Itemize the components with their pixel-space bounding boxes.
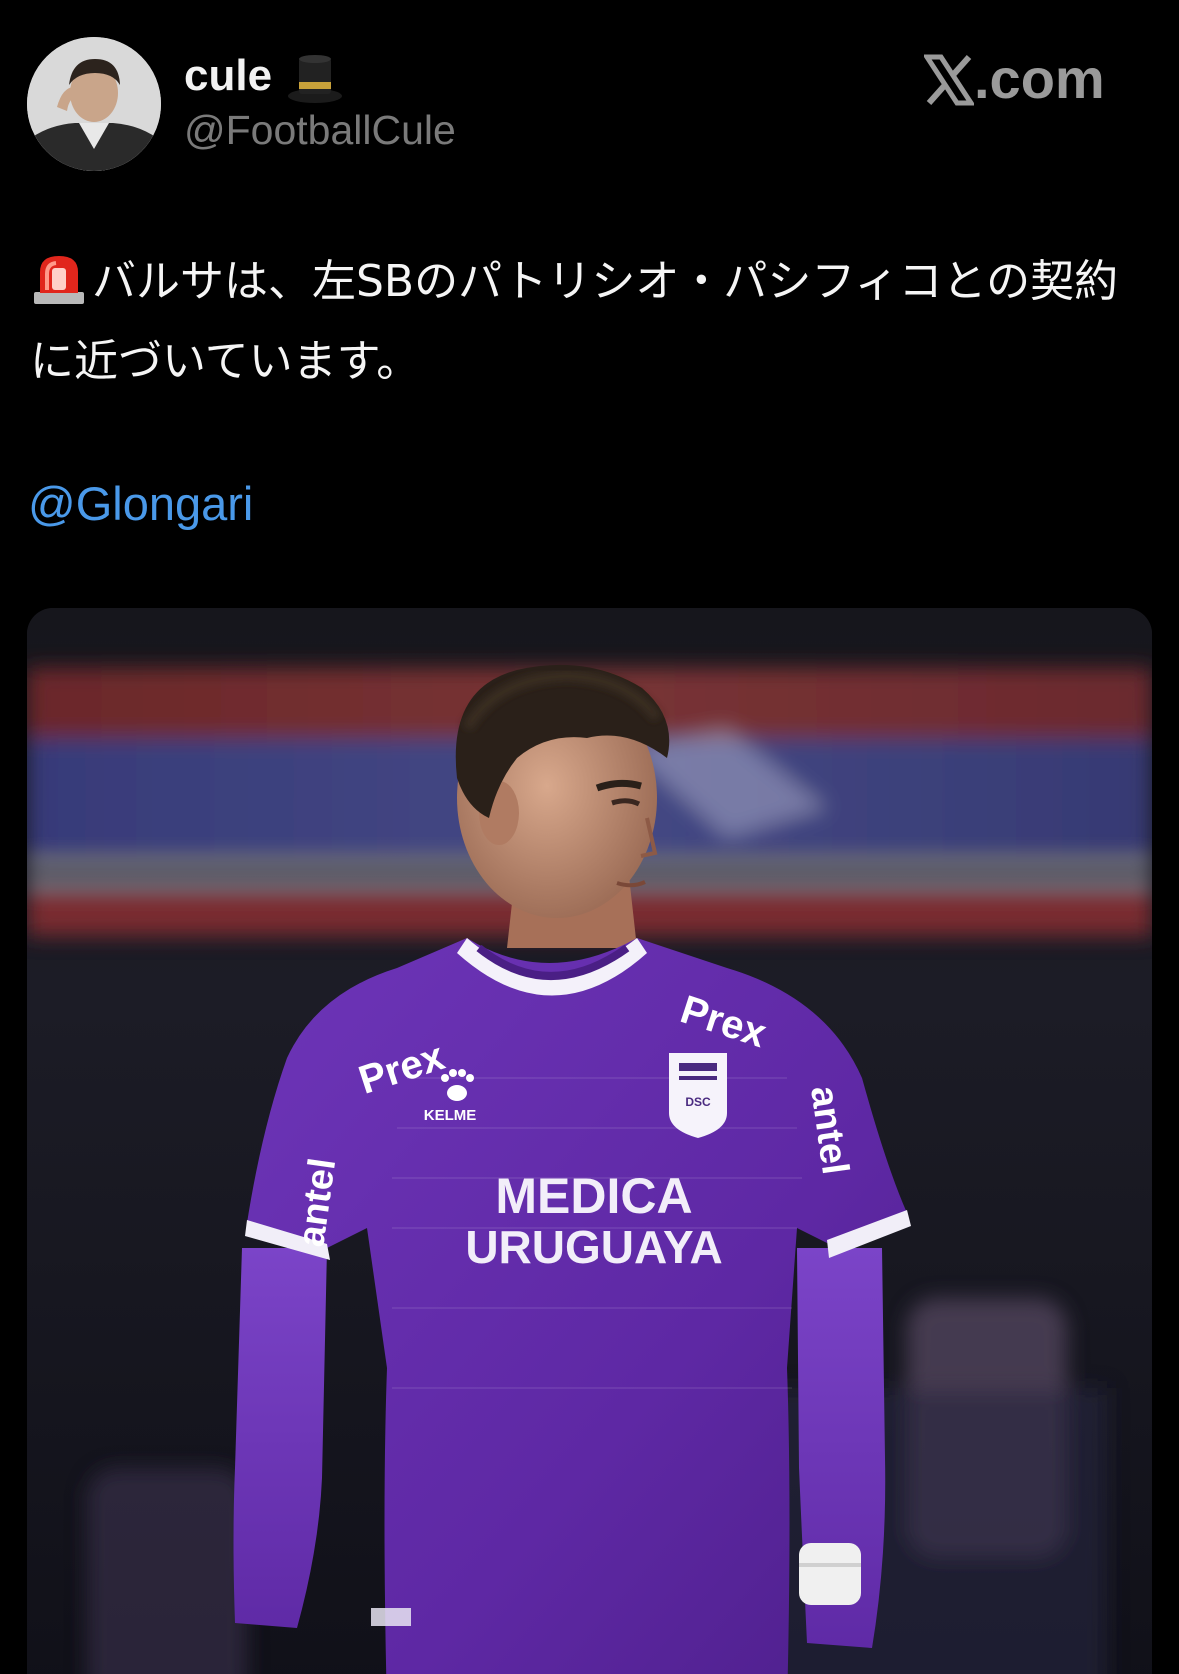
- jersey-main-sponsor-line1: MEDICA: [495, 1168, 692, 1224]
- tweet-body: バルサは、左SBのパトリシオ・パシフィコとの契約に近づいています。: [30, 256, 1119, 387]
- crest-text: DSC: [685, 1095, 711, 1109]
- police-siren-icon: [34, 256, 84, 304]
- top-hat-icon: [288, 55, 343, 104]
- avatar-photo: [27, 37, 161, 171]
- brand-label: .com: [974, 47, 1105, 110]
- author-avatar[interactable]: [27, 37, 161, 171]
- jersey-main-sponsor-line2: URUGUAYA: [465, 1221, 722, 1273]
- player-photo: Prex Prex KELME DSC MEDICA URUGUAYA ante…: [27, 608, 1152, 1674]
- club-crest-icon: DSC: [669, 1053, 727, 1138]
- author-handle[interactable]: @FootballCule: [184, 104, 456, 156]
- mention-link[interactable]: @Glongari: [28, 474, 253, 534]
- tweet-media-photo[interactable]: Prex Prex KELME DSC MEDICA URUGUAYA ante…: [27, 608, 1152, 1674]
- post-screen: cule @FootballCule .com バルサは、左SBのパトリシオ・パ…: [0, 0, 1179, 1674]
- tweet-text: バルサは、左SBのパトリシオ・パシフィコとの契約に近づいています。: [30, 242, 1155, 402]
- x-com-brand: .com: [922, 44, 1105, 114]
- display-name-text: cule: [184, 51, 273, 100]
- x-logo-icon: [922, 54, 976, 106]
- author-display-name[interactable]: cule: [184, 48, 344, 104]
- jersey-kit-brand: KELME: [424, 1107, 477, 1124]
- post-header: cule @FootballCule .com: [0, 0, 1179, 200]
